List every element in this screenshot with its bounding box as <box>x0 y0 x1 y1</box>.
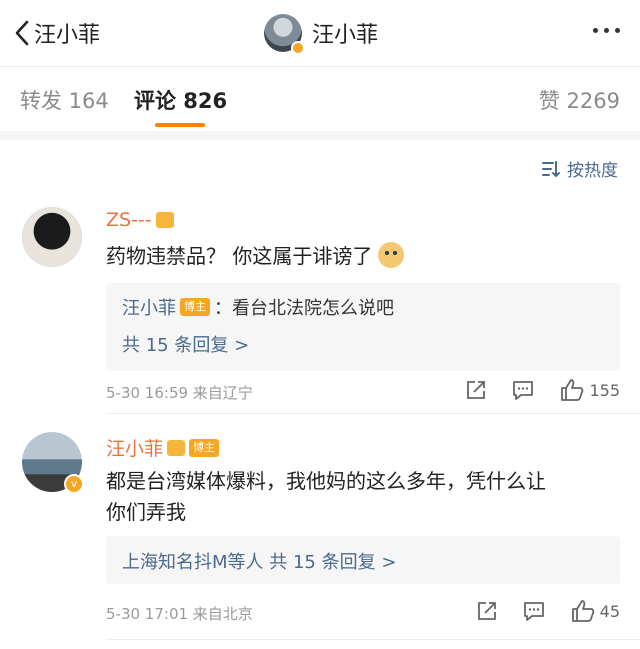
thumbs-up-icon <box>561 379 584 401</box>
section-divider <box>0 131 640 140</box>
like-count: 155 <box>589 380 620 400</box>
share-icon <box>467 381 486 399</box>
avatar[interactable]: v <box>22 432 84 494</box>
comment-username[interactable]: 汪小菲 博主 <box>106 434 220 461</box>
fan-crown-icon <box>155 212 174 228</box>
fan-crown-icon <box>167 439 186 456</box>
top-nav-bar: 汪小菲 汪小菲 <box>0 0 640 66</box>
divider <box>106 413 640 414</box>
share-button[interactable] <box>465 379 487 401</box>
more-options-icon[interactable] <box>593 28 620 33</box>
comment-item: v 汪小菲 博主 都是台湾媒体爆料，我他妈的这么多年，凭什么让 你们弄我 上海知… <box>0 430 640 649</box>
thumbs-up-icon <box>571 600 594 622</box>
tab-likes[interactable]: 赞 2269 <box>539 85 620 115</box>
divider <box>106 639 640 640</box>
tab-repost[interactable]: 转发 164 <box>20 85 109 115</box>
sort-icon <box>542 160 560 177</box>
header-avatar <box>264 14 305 55</box>
comment-meta: 5-30 16:59 来自辽宁 <box>106 384 253 402</box>
tab-comments[interactable]: 评论 826 <box>134 85 227 115</box>
back-button[interactable]: 汪小菲 <box>14 16 100 50</box>
like-button[interactable]: 155 <box>559 378 620 402</box>
back-arrow-icon <box>15 20 29 46</box>
like-count: 45 <box>599 601 620 621</box>
comment-body-line: 你们弄我 <box>106 500 186 524</box>
blogger-tag: 博主 <box>180 298 210 316</box>
comment-username[interactable]: ZS--- <box>106 209 174 231</box>
share-icon <box>477 602 496 620</box>
reply-text: ：看台北法院怎么说吧 <box>214 298 394 319</box>
like-button[interactable]: 45 <box>570 599 620 623</box>
view-replies-link[interactable]: 上海知名抖M等人 共 15 条回复 > <box>122 548 396 574</box>
reply-button[interactable] <box>511 379 535 401</box>
comment-actions: 155 <box>441 378 620 402</box>
comment-item: ZS--- 药物违禁品？ 你这属于诽谤了 汪小菲 博主 ：看台北法院怎么说吧 共… <box>0 205 640 415</box>
blogger-tag: 博主 <box>189 438 220 457</box>
reply-preview-box[interactable]: 上海知名抖M等人 共 15 条回复 > <box>106 536 620 584</box>
reply-username[interactable]: 汪小菲 <box>122 294 176 320</box>
username-text: 汪小菲 <box>106 438 164 460</box>
tab-bar: 转发 164 评论 826 赞 2269 <box>0 67 640 131</box>
reply-button[interactable] <box>522 600 546 622</box>
active-tab-indicator <box>155 123 205 127</box>
comment-icon <box>513 381 534 400</box>
comment-text: 都是台湾媒体爆料，我他妈的这么多年，凭什么让 你们弄我 <box>106 466 546 528</box>
sort-label: 按热度 <box>567 161 618 181</box>
comment-body-line: 都是台湾媒体爆料，我他妈的这么多年，凭什么让 <box>106 469 546 493</box>
doge-emoji-icon <box>378 242 405 268</box>
verified-badge-icon <box>291 41 305 55</box>
comment-actions: 45 <box>452 599 620 623</box>
reply-preview-line: 汪小菲 博主 ：看台北法院怎么说吧 <box>122 294 394 320</box>
sort-by-hot-button[interactable]: 按热度 <box>541 156 618 181</box>
comment-body: 药物违禁品？ 你这属于诽谤了 <box>106 244 373 268</box>
comment-meta: 5-30 17:01 来自北京 <box>106 605 253 623</box>
comment-icon <box>523 602 544 621</box>
view-replies-link[interactable]: 共 15 条回复 > <box>122 331 249 357</box>
verified-badge-icon: v <box>64 474 84 494</box>
reply-preview-box[interactable]: 汪小菲 博主 ：看台北法院怎么说吧 共 15 条回复 > <box>106 283 620 371</box>
header-username: 汪小菲 <box>312 23 379 48</box>
avatar[interactable] <box>22 207 82 267</box>
header-user[interactable]: 汪小菲 <box>264 13 379 55</box>
back-label: 汪小菲 <box>34 23 101 48</box>
share-button[interactable] <box>476 600 498 622</box>
comment-text: 药物违禁品？ 你这属于诽谤了 <box>106 241 405 272</box>
username-text: ZS--- <box>106 209 152 231</box>
